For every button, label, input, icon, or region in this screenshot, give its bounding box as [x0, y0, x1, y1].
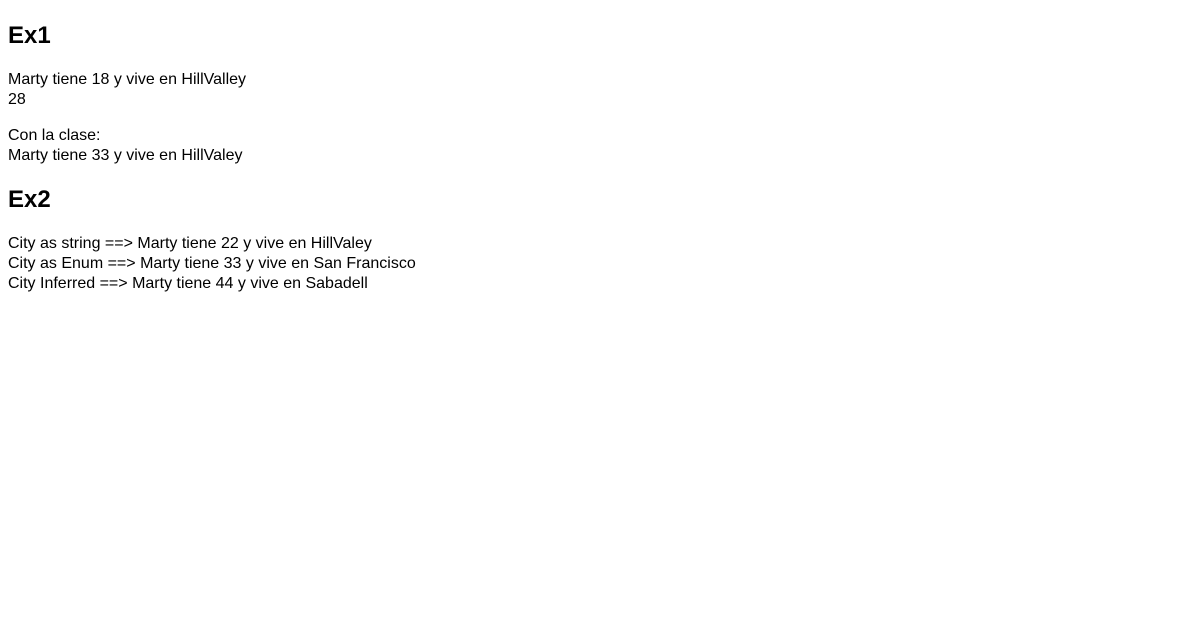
ex1-output-line2: 28 [8, 91, 26, 108]
ex1-output-line3: Con la clase: [8, 127, 101, 144]
ex1-heading: Ex1 [8, 22, 1192, 50]
ex2-heading: Ex2 [8, 186, 1192, 214]
ex1-output-line4: Marty tiene 33 y vive en HillValey [8, 147, 242, 164]
ex1-output-block2: Con la clase: Marty tiene 33 y vive en H… [8, 126, 1192, 166]
ex2-output-line2: City as Enum ==> Marty tiene 33 y vive e… [8, 255, 416, 272]
ex1-output-line1: Marty tiene 18 y vive en HillValley [8, 71, 246, 88]
ex2-output-block: City as string ==> Marty tiene 22 y vive… [8, 234, 1192, 294]
ex2-output-line1: City as string ==> Marty tiene 22 y vive… [8, 235, 372, 252]
ex2-output-line3: City Inferred ==> Marty tiene 44 y vive … [8, 275, 368, 292]
ex1-output-block1: Marty tiene 18 y vive en HillValley 28 [8, 70, 1192, 110]
